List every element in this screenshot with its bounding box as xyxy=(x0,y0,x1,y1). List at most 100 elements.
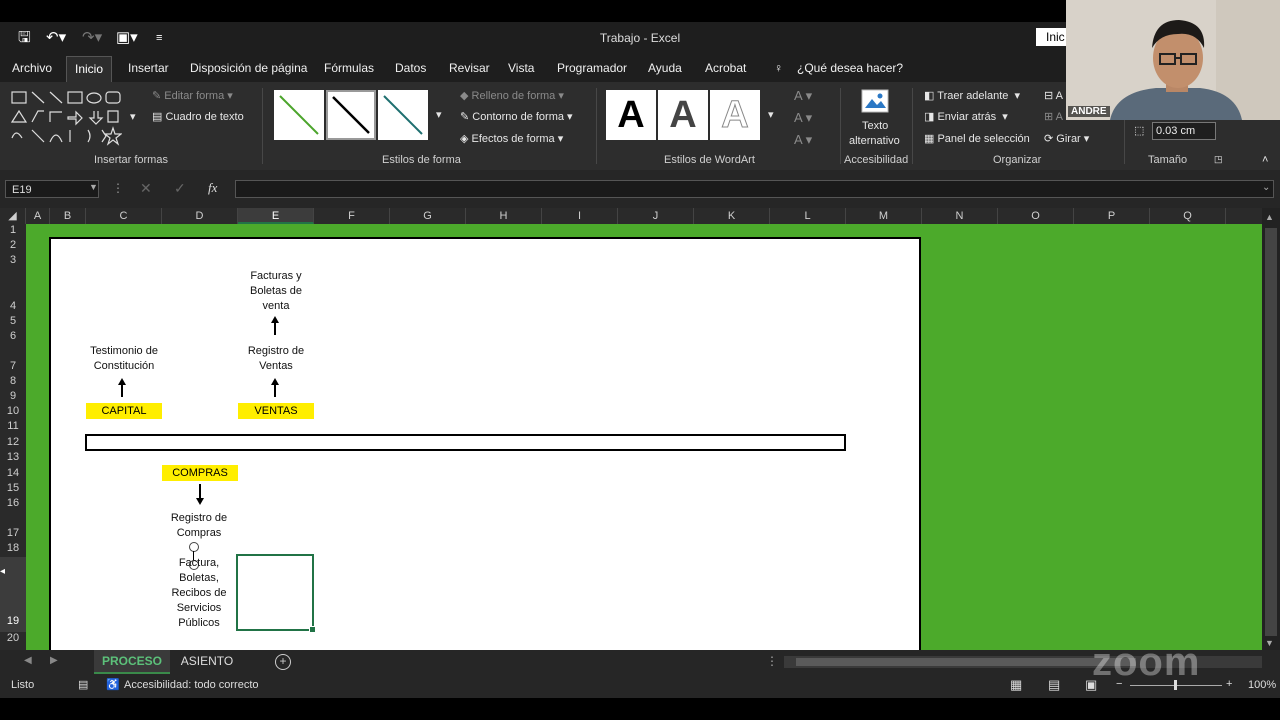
text-effects-icon[interactable]: A ▾ xyxy=(794,132,812,148)
long-rectangle[interactable] xyxy=(85,434,846,451)
accessibility-icon[interactable]: ♿ xyxy=(106,678,120,691)
macro-record-icon[interactable]: ▤ xyxy=(78,678,88,691)
tab-ayuda[interactable]: Ayuda xyxy=(648,61,682,75)
cancel-icon[interactable]: ✕ xyxy=(140,180,152,197)
tab-split-icon[interactable]: ⋮ xyxy=(766,654,778,668)
tab-acrobat[interactable]: Acrobat xyxy=(705,61,746,75)
tab-programador[interactable]: Programador xyxy=(557,61,627,75)
next-sheet-icon[interactable]: ▶ xyxy=(50,655,58,666)
ventas-box[interactable]: VENTAS xyxy=(238,403,314,419)
scroll-down-icon[interactable]: ▼ xyxy=(1265,638,1274,648)
wordart-gray[interactable]: A xyxy=(658,90,708,140)
bring-forward-button[interactable]: ◧ Traer adelante ▾ xyxy=(924,89,1020,102)
align-icon[interactable]: ⊟ A xyxy=(1044,89,1063,102)
column-header[interactable]: O xyxy=(998,208,1074,224)
column-header[interactable]: A xyxy=(26,208,50,224)
selected-cell[interactable] xyxy=(236,554,316,633)
formula-input[interactable] xyxy=(235,180,1274,198)
normal-view-icon[interactable]: ▦ xyxy=(1010,677,1022,693)
tab-insertar[interactable]: Insertar xyxy=(128,61,169,75)
row-header[interactable]: 13 xyxy=(0,451,26,463)
shape-style-black[interactable] xyxy=(326,90,376,140)
shapes-more-icon[interactable]: ▾ xyxy=(130,110,136,123)
collapse-ribbon-icon[interactable]: ˄ xyxy=(1262,154,1268,166)
size-launcher-icon[interactable]: ◳ xyxy=(1214,154,1223,165)
text-fill-icon[interactable]: A ▾ xyxy=(794,88,812,104)
name-box[interactable]: E19 xyxy=(5,180,99,198)
column-header[interactable]: G xyxy=(390,208,466,224)
column-header[interactable]: K xyxy=(694,208,770,224)
row-header[interactable]: 3 xyxy=(0,254,26,266)
shape-effects-button[interactable]: ◈ Efectos de forma ▾ xyxy=(460,132,563,145)
edit-shape-button[interactable]: ✎ Editar forma ▾ xyxy=(152,89,233,102)
capital-box[interactable]: CAPITAL xyxy=(86,403,162,419)
scroll-thumb[interactable] xyxy=(1265,228,1277,636)
alt-text-icon[interactable] xyxy=(860,88,890,116)
page-layout-icon[interactable]: ▤ xyxy=(1048,677,1060,693)
row-header[interactable]: 5 xyxy=(0,315,26,327)
column-header[interactable]: L xyxy=(770,208,846,224)
row-header[interactable]: 20 xyxy=(0,632,26,644)
row-header[interactable]: 4 xyxy=(0,300,26,312)
row-header[interactable]: 14 xyxy=(0,467,26,479)
row-header[interactable]: 17 xyxy=(0,527,26,539)
shape-outline-button[interactable]: ✎ Contorno de forma ▾ xyxy=(460,110,573,123)
column-header[interactable]: B xyxy=(50,208,86,224)
text-outline-icon[interactable]: A ▾ xyxy=(794,110,812,126)
vertical-scrollbar[interactable]: ▲ ▼ xyxy=(1262,208,1280,650)
group-icon[interactable]: ⊞ A xyxy=(1044,110,1063,123)
select-all-corner[interactable]: ◢ xyxy=(0,208,26,224)
zoom-level[interactable]: 100% xyxy=(1248,679,1276,691)
name-box-dropdown-icon[interactable]: ▼ xyxy=(89,182,98,192)
row-header[interactable]: 11 xyxy=(0,420,26,432)
selection-pane-button[interactable]: ▦ Panel de selección xyxy=(924,132,1030,145)
column-header[interactable]: H xyxy=(466,208,542,224)
column-header-selected[interactable]: E xyxy=(238,208,314,224)
tab-formulas[interactable]: Fórmulas xyxy=(324,61,374,75)
column-header[interactable]: Q xyxy=(1150,208,1226,224)
shape-fill-button[interactable]: ◆ Relleno de forma ▾ xyxy=(460,89,564,102)
sheet-grid[interactable]: Facturas y Boletas de venta Registro de Ven… xyxy=(26,224,1262,650)
shape-style-teal[interactable] xyxy=(378,90,428,140)
rotate-button[interactable]: ⟳ Girar ▾ xyxy=(1044,132,1089,145)
column-header[interactable]: F xyxy=(314,208,390,224)
row-header[interactable]: 16 xyxy=(0,497,26,509)
wordart-black[interactable]: A xyxy=(606,90,656,140)
row-header[interactable]: 10 xyxy=(0,405,26,417)
horizontal-scroll-thumb[interactable] xyxy=(796,658,1136,666)
compras-box[interactable]: COMPRAS xyxy=(162,465,238,481)
alt-text-label-2[interactable]: alternativo xyxy=(849,135,900,147)
row-header[interactable]: 18 xyxy=(0,542,26,554)
tab-archivo[interactable]: Archivo xyxy=(12,61,52,75)
row-header[interactable]: 12 xyxy=(0,436,26,448)
zoom-slider[interactable] xyxy=(1130,680,1222,690)
enter-icon[interactable]: ✓ xyxy=(174,180,186,197)
alt-text-label-1[interactable]: Texto xyxy=(862,120,888,132)
tab-disposicion[interactable]: Disposición de página xyxy=(190,61,307,75)
column-header[interactable]: D xyxy=(162,208,238,224)
tab-datos[interactable]: Datos xyxy=(395,61,426,75)
column-header[interactable]: M xyxy=(846,208,922,224)
add-sheet-icon[interactable]: + xyxy=(275,654,291,670)
column-header[interactable]: N xyxy=(922,208,998,224)
tell-me-search[interactable]: ¿Qué desea hacer? xyxy=(797,61,903,75)
diagram-canvas[interactable]: Facturas y Boletas de venta Registro de Ven… xyxy=(49,237,921,650)
expand-formula-icon[interactable]: ⌄ xyxy=(1262,182,1270,193)
prev-sheet-icon[interactable]: ◀ xyxy=(24,655,32,666)
row-header[interactable]: 9 xyxy=(0,390,26,402)
row-header[interactable]: 6 xyxy=(0,330,26,342)
connector-handle-top[interactable] xyxy=(189,542,199,552)
wordart-more-icon[interactable]: ▾ xyxy=(768,108,774,121)
shape-style-green[interactable] xyxy=(274,90,324,140)
shape-height-input[interactable]: 0.03 cm xyxy=(1152,122,1216,140)
wordart-outline[interactable]: A xyxy=(710,90,760,140)
sheet-tab-asiento[interactable]: ASIENTO xyxy=(172,650,242,672)
textbox-button[interactable]: ▤ Cuadro de texto xyxy=(152,110,244,123)
sheet-tab-proceso[interactable]: PROCESO xyxy=(94,650,170,674)
zoom-in-icon[interactable]: + xyxy=(1226,678,1232,690)
row-header[interactable]: 15 xyxy=(0,482,26,494)
tab-revisar[interactable]: Revisar xyxy=(449,61,490,75)
row-header[interactable]: 1 xyxy=(0,224,26,236)
shapes-gallery[interactable] xyxy=(10,90,123,146)
row-header[interactable]: 2 xyxy=(0,239,26,251)
